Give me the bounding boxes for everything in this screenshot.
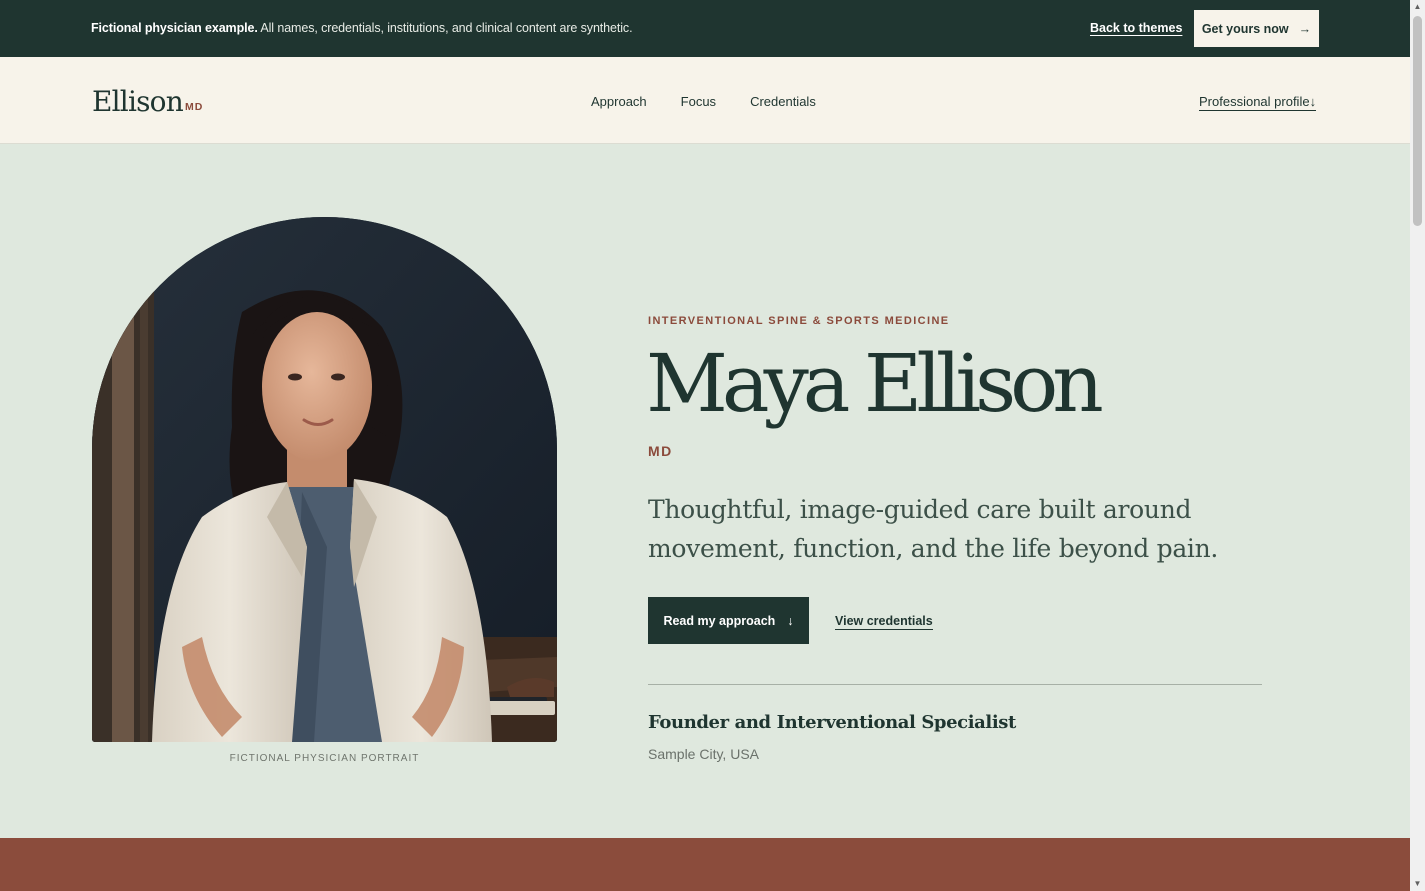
arrow-right-icon: → bbox=[1298, 21, 1312, 36]
professional-profile-link[interactable]: Professional profile↓ bbox=[1199, 94, 1317, 111]
page: Fictional physician example. All names, … bbox=[0, 0, 1410, 891]
notice-body: All names, credentials, institutions, an… bbox=[257, 21, 633, 35]
nav-link-focus[interactable]: Focus bbox=[681, 94, 716, 109]
professional-profile-label: Professional profile bbox=[1199, 94, 1310, 109]
specialty-eyebrow: INTERVENTIONAL SPINE & SPORTS MEDICINE bbox=[648, 315, 950, 327]
notice-bar: Fictional physician example. All names, … bbox=[0, 0, 1410, 57]
notice-bold: Fictional physician example. bbox=[91, 21, 258, 35]
physician-portrait bbox=[92, 217, 557, 742]
notice-text: Fictional physician example. All names, … bbox=[91, 21, 633, 35]
nav-link-approach[interactable]: Approach bbox=[591, 94, 647, 109]
nav-link-credentials[interactable]: Credentials bbox=[750, 94, 816, 109]
brand-logo[interactable]: Ellison bbox=[92, 85, 184, 118]
view-credentials-link[interactable]: View credentials bbox=[835, 614, 933, 630]
next-section-band bbox=[0, 838, 1410, 891]
hero-divider bbox=[648, 684, 1262, 685]
hero-tagline: Thoughtful, image-guided care built arou… bbox=[648, 495, 1219, 563]
arrow-down-icon: ↓ bbox=[1309, 94, 1317, 109]
get-yours-label: Get yours now bbox=[1201, 21, 1289, 36]
read-my-approach-button[interactable]: Read my approach ↓ bbox=[648, 597, 809, 644]
back-to-themes-link[interactable]: Back to themes bbox=[1090, 21, 1182, 35]
scroll-down-icon[interactable]: ▼ bbox=[1410, 877, 1425, 891]
scroll-thumb[interactable] bbox=[1413, 16, 1422, 226]
location-text: Sample City, USA bbox=[648, 746, 759, 762]
get-yours-button[interactable]: Get yours now → bbox=[1194, 10, 1319, 47]
portrait-caption: FICTIONAL PHYSICIAN PORTRAIT bbox=[229, 753, 420, 764]
nav-links: Approach Focus Credentials bbox=[591, 94, 816, 109]
scroll-up-icon[interactable]: ▲ bbox=[1410, 0, 1425, 14]
arrow-down-icon: ↓ bbox=[787, 613, 794, 628]
credential-label: MD bbox=[648, 443, 673, 459]
physician-name: Maya Ellison bbox=[646, 337, 1104, 430]
read-my-approach-label: Read my approach bbox=[663, 613, 776, 628]
main-nav: Ellison MD Approach Focus Credentials Pr… bbox=[0, 57, 1410, 144]
role-title: Founder and Interventional Specialist bbox=[648, 712, 1016, 733]
brand-suffix: MD bbox=[185, 101, 204, 113]
page-scrollbar[interactable]: ▲ ▼ bbox=[1410, 0, 1425, 891]
portrait-illustration bbox=[92, 217, 557, 742]
